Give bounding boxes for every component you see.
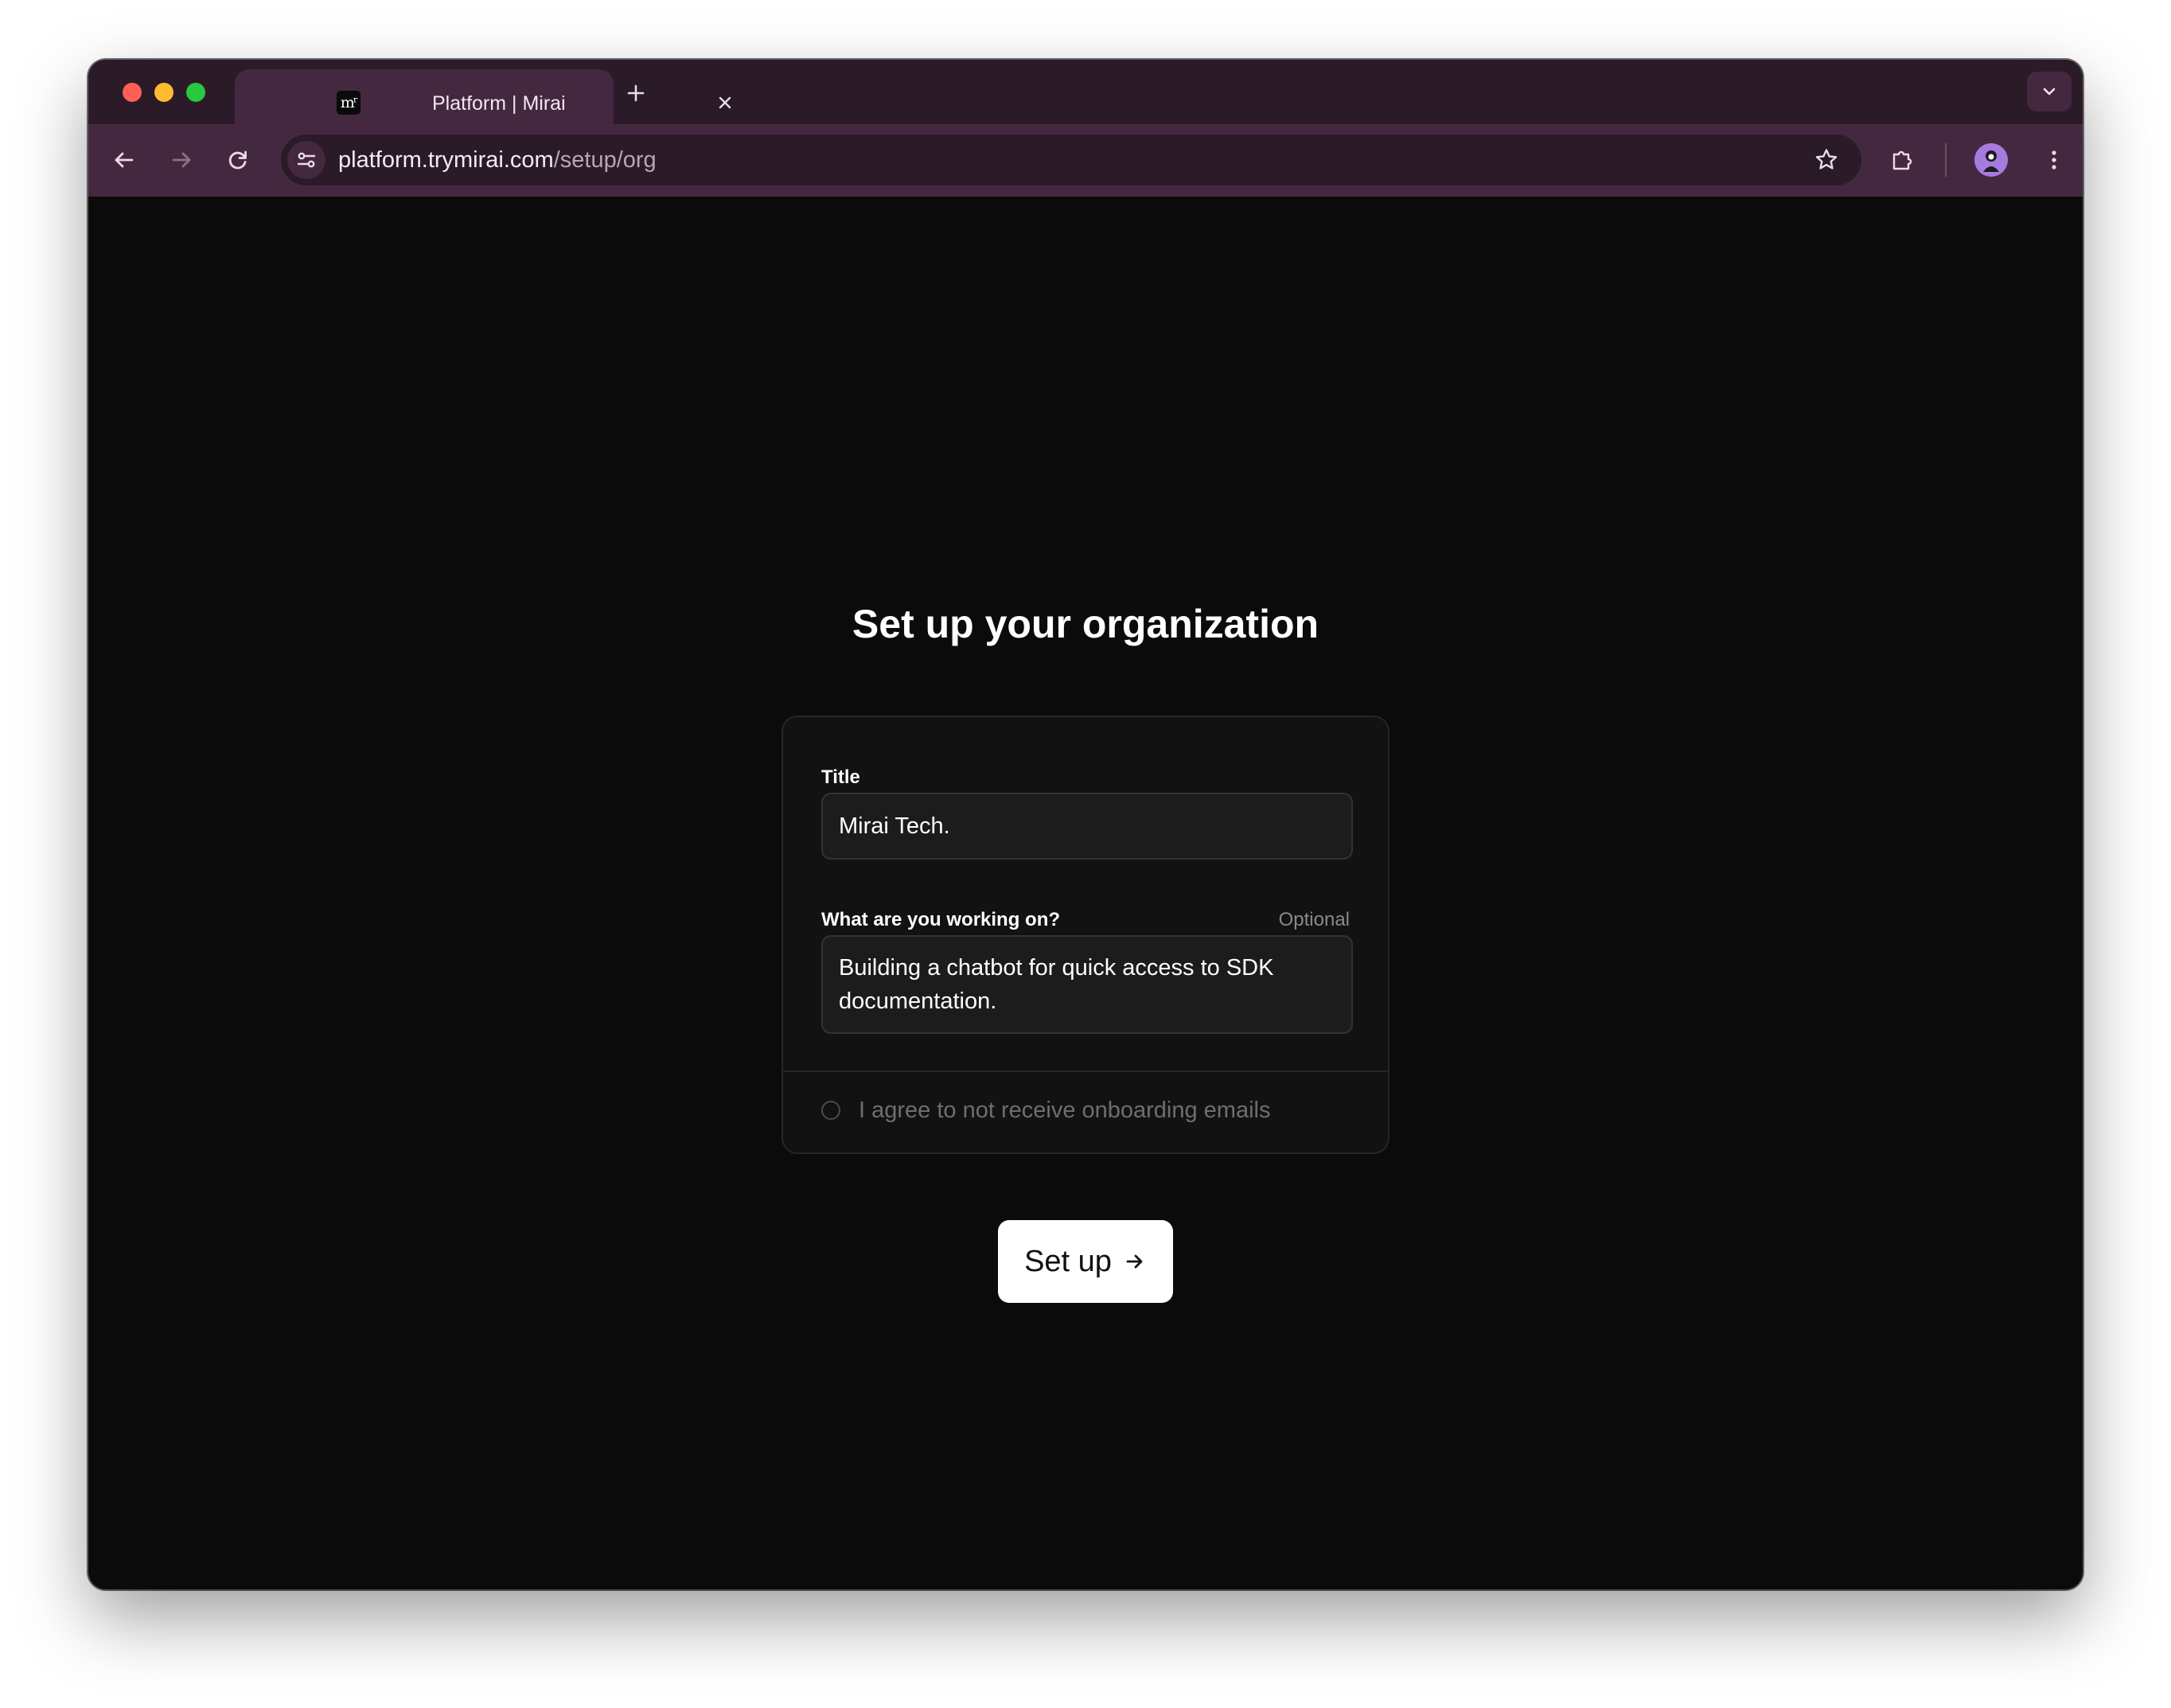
- working-on-label: What are you working on?: [821, 909, 1061, 930]
- minimize-window-button[interactable]: [154, 83, 173, 102]
- card-divider: [783, 1070, 1388, 1072]
- arrow-right-icon: [172, 152, 191, 168]
- consent-label[interactable]: I agree to not receive onboarding emails: [859, 1097, 1270, 1124]
- setup-form-card: Title Mirai Tech. What are you working o…: [781, 716, 1390, 1154]
- arrow-left-icon: [115, 152, 134, 168]
- avatar-icon: [1974, 143, 2008, 177]
- bookmark-button[interactable]: [1807, 141, 1846, 179]
- title-label: Title: [821, 766, 860, 788]
- tune-icon: [297, 152, 316, 168]
- tab-title: Platform | Mirai: [432, 92, 566, 115]
- site-info-button[interactable]: [287, 141, 325, 179]
- close-tab-button[interactable]: [711, 88, 739, 117]
- optional-label: Optional: [1278, 909, 1350, 930]
- close-icon: [719, 96, 731, 109]
- url-text: platform.trymirai.com/setup/org: [338, 147, 657, 173]
- puzzle-icon: [1892, 150, 1912, 170]
- address-bar[interactable]: platform.trymirai.com/setup/org: [281, 135, 1861, 185]
- star-icon: [1815, 149, 1838, 170]
- tab-strip: mʳ Platform | Mirai: [88, 60, 2083, 124]
- mirai-favicon-icon: mʳ: [337, 91, 361, 115]
- toolbar-divider: [1945, 143, 1947, 177]
- reload-icon: [228, 150, 247, 170]
- consent-checkbox[interactable]: [821, 1101, 840, 1120]
- extensions-button[interactable]: [1882, 140, 1922, 180]
- title-input[interactable]: Mirai Tech.: [821, 793, 1353, 860]
- page-content: Set up your organization Title Mirai Tec…: [88, 197, 2083, 1589]
- reload-button[interactable]: [218, 140, 258, 180]
- forward-button[interactable]: [162, 140, 201, 180]
- url-host: platform.trymirai.com: [338, 147, 554, 173]
- back-button[interactable]: [104, 140, 144, 180]
- plus-icon: [627, 84, 645, 102]
- browser-window: mʳ Platform | Mirai platform.trymirai.co…: [88, 60, 2083, 1589]
- working-on-textarea[interactable]: Building a chatbot for quick access to S…: [821, 935, 1353, 1034]
- kebab-menu-icon: [2052, 150, 2056, 170]
- url-path: /setup/org: [553, 147, 657, 173]
- menu-button[interactable]: [2034, 140, 2074, 180]
- profile-avatar[interactable]: [1974, 143, 2008, 177]
- new-tab-button[interactable]: [620, 77, 652, 109]
- active-tab[interactable]: mʳ Platform | Mirai: [235, 69, 731, 124]
- tab-search-button[interactable]: [2027, 72, 2072, 111]
- maximize-window-button[interactable]: [186, 83, 205, 102]
- arrow-right-icon: [1126, 1254, 1143, 1269]
- browser-toolbar: platform.trymirai.com/setup/org: [88, 124, 2083, 197]
- close-window-button[interactable]: [123, 83, 142, 102]
- chevron-down-icon: [2043, 88, 2056, 96]
- page-title: Set up your organization: [852, 602, 1319, 646]
- setup-button-label: Set up: [1024, 1245, 1112, 1278]
- setup-button[interactable]: Set up: [998, 1220, 1173, 1303]
